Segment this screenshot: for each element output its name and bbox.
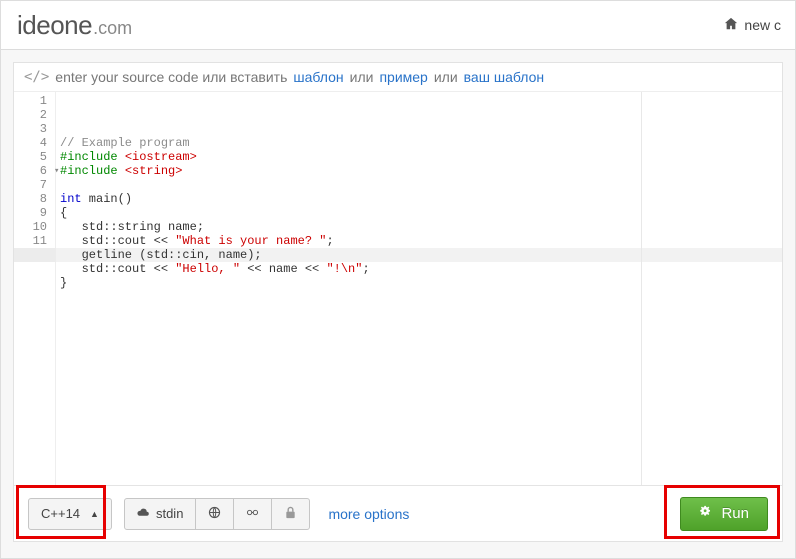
prompt-lead: enter your source code или вставить [55, 69, 287, 85]
code-editor[interactable]: 123456789101112 // Example program#inclu… [14, 91, 782, 485]
code-line[interactable]: std::cout << "Hello, " << name << "!\n"; [60, 262, 778, 276]
glasses-button[interactable] [233, 498, 272, 530]
line-number: 1 [20, 94, 47, 108]
link-your-template[interactable]: ваш шаблон [464, 69, 544, 85]
stdin-label: stdin [156, 506, 183, 521]
prompt-or1: или [350, 69, 374, 85]
line-number: 8 [20, 192, 47, 206]
globe-icon [208, 506, 221, 522]
line-number: 10 [20, 220, 47, 234]
run-label: Run [721, 505, 749, 522]
line-number: 4 [20, 136, 47, 150]
code-line[interactable] [60, 290, 778, 304]
glasses-icon [246, 506, 259, 522]
top-right-nav[interactable]: new c [724, 17, 781, 34]
code-line[interactable]: #include <string> [60, 164, 778, 178]
home-icon [724, 17, 738, 34]
more-options-link[interactable]: more options [328, 506, 409, 522]
code-line[interactable]: std::cout << "What is your name? "; [60, 234, 778, 248]
topbar: ideone .com new c [1, 1, 795, 50]
code-line[interactable]: int main() [60, 192, 778, 206]
code-line[interactable]: // Example program [60, 136, 778, 150]
line-number: 9 [20, 206, 47, 220]
link-example[interactable]: пример [379, 69, 427, 85]
code-line[interactable]: getline (std::cin, name); [60, 248, 778, 262]
prompt-row: </> enter your source code или вставить … [14, 63, 782, 91]
visibility-button[interactable] [195, 498, 234, 530]
code-line[interactable]: } [60, 276, 778, 290]
new-code-link[interactable]: new c [744, 17, 781, 33]
cloud-icon [137, 506, 150, 522]
lock-icon [284, 506, 297, 522]
language-label: C++14 [41, 506, 80, 521]
line-gutter: 123456789101112 [14, 92, 56, 485]
logo[interactable]: ideone .com [17, 10, 132, 41]
line-number: 6 [20, 164, 47, 178]
line-number: 5 [20, 150, 47, 164]
caret-up-icon: ▲ [90, 509, 99, 519]
line-number: 11 [20, 234, 47, 248]
code-tag-icon: </> [24, 69, 49, 85]
run-button[interactable]: Run [680, 497, 768, 531]
code-line[interactable]: std::string name; [60, 220, 778, 234]
stdin-button[interactable]: stdin [124, 498, 196, 530]
gears-icon [699, 505, 713, 523]
code-area[interactable]: // Example program#include <iostream>#in… [56, 92, 782, 485]
prompt-or2: или [434, 69, 458, 85]
options-group: stdin [124, 498, 310, 530]
line-number: 7 [20, 178, 47, 192]
logo-tld: .com [93, 18, 132, 39]
logo-brand: ideone [17, 10, 92, 41]
link-template[interactable]: шаблон [293, 69, 343, 85]
code-line[interactable]: { [60, 206, 778, 220]
footer-toolbar: C++14 ▲ stdin [14, 485, 782, 541]
line-number: 3 [20, 122, 47, 136]
footer-left: C++14 ▲ stdin [28, 498, 409, 530]
lock-button[interactable] [271, 498, 310, 530]
code-line[interactable]: #include <iostream> [60, 150, 778, 164]
code-line[interactable] [60, 178, 778, 192]
language-selector[interactable]: C++14 ▲ [28, 498, 112, 530]
main-panel: </> enter your source code или вставить … [13, 62, 783, 542]
line-number: 2 [20, 108, 47, 122]
